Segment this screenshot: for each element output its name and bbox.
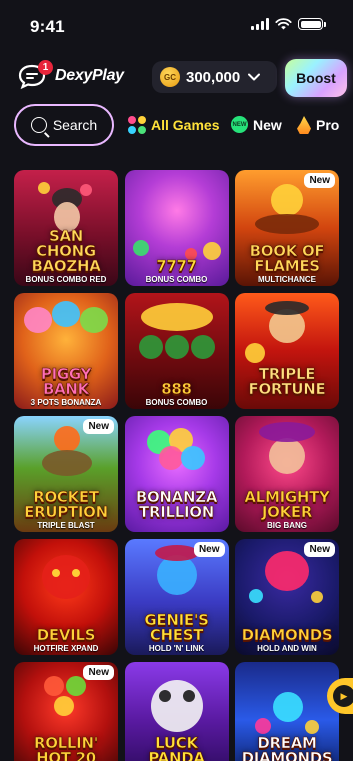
wifi-icon [275, 18, 292, 30]
signal-icon [251, 18, 269, 30]
game-subtitle: MULTICHANCE [257, 275, 317, 284]
game-tile[interactable]: Rollin' Hot 20CLASSIC SERIESNew [14, 662, 118, 761]
game-title: Triple Fortune [248, 365, 326, 398]
tab-new[interactable]: NEW New [231, 116, 282, 133]
game-subtitle: BONUS COMBO [145, 398, 208, 407]
game-tile[interactable]: Book of Flames MULTICHANCE New [235, 170, 339, 286]
game-tile[interactable]: Almighty Joker BIG BANG [235, 416, 339, 532]
game-subtitle: TRIPLE BLAST [37, 521, 95, 530]
status-bar: 9:41 [0, 0, 353, 50]
app-logo[interactable]: 1 DexyPlay [17, 60, 124, 90]
game-title: Almighty Joker [244, 488, 330, 521]
search-icon [30, 117, 47, 133]
game-tile[interactable]: 888 BONUS COMBO [124, 293, 229, 409]
game-subtitle: HOLD AND WIN [257, 644, 317, 653]
game-tile[interactable]: 7777 BONUS COMBO [124, 170, 229, 286]
game-tile[interactable]: Devils HOTFIRE XPAND [14, 539, 118, 655]
notification-badge: 1 [38, 60, 53, 75]
game-tile[interactable]: Genie's Chest HOLD 'N' LINK New [124, 539, 229, 655]
new-badge: New [83, 665, 114, 680]
game-subtitle: BIG BANG [267, 521, 307, 530]
status-icons [251, 18, 326, 30]
search-label: Search [52, 117, 98, 133]
game-title: 888 [161, 380, 192, 398]
app-header: 1 DexyPlay GC 300,000 Boost [0, 58, 353, 98]
game-subtitle: 3 POTS BONANZA [30, 398, 102, 407]
game-title: Devils [36, 626, 96, 644]
tab-pro[interactable]: Pro [297, 116, 339, 134]
boost-button[interactable]: Boost [285, 59, 347, 97]
game-title: Diamonds [241, 626, 333, 644]
battery-icon [298, 18, 326, 30]
game-title: Book of Flames [249, 242, 325, 275]
game-subtitle: HOTFIRE XPAND [33, 644, 99, 653]
game-tile[interactable]: San Chong Baozha BONUS COMBO RED [14, 170, 118, 286]
tab-pro-label: Pro [316, 117, 340, 133]
chat-bubble-icon: 1 [17, 60, 53, 90]
game-title: 7777 [156, 257, 197, 275]
new-badge: New [304, 542, 335, 557]
game-title: Bonanza Trillion [135, 488, 218, 521]
game-subtitle: BONUS COMBO [145, 275, 208, 284]
game-title: Luck Panda [148, 734, 205, 761]
game-tile[interactable]: Luck Panda [124, 662, 229, 761]
status-time: 9:41 [30, 17, 65, 36]
tab-all-games[interactable]: All Games [128, 116, 219, 134]
new-badge: New [193, 542, 225, 557]
tab-all-games-label: All Games [151, 117, 220, 133]
game-title: Rollin' Hot 20 [33, 734, 99, 761]
new-icon: NEW [231, 116, 248, 133]
game-tile[interactable]: Triple Fortune [235, 293, 339, 409]
tab-new-label: New [253, 116, 282, 133]
game-subtitle: HOLD 'N' LINK [148, 644, 205, 653]
gold-coin-icon: GC [160, 67, 180, 87]
game-tile[interactable]: Rocket Eruption TRIPLE BLAST New [14, 416, 118, 532]
new-badge: New [304, 173, 335, 188]
game-title: San Chong Baozha [31, 227, 101, 275]
game-tile[interactable]: Piggy Bank 3 POTS BONANZA [14, 293, 118, 409]
game-title: Piggy Bank [40, 365, 92, 398]
play-icon: ▶ [333, 685, 353, 707]
search-button[interactable]: Search [14, 104, 114, 146]
category-nav: Search All Games NEW New Pro [0, 104, 353, 148]
game-tile[interactable]: Dream DiamondsHOLD 'N' LINK 3x3 [235, 662, 339, 761]
game-title: Genie's Chest [144, 611, 209, 644]
game-title: Rocket Eruption [24, 488, 109, 521]
game-title: Dream Diamonds [241, 734, 333, 761]
fire-icon [297, 116, 311, 134]
game-tile[interactable]: Diamonds HOLD AND WIN New [235, 539, 339, 655]
game-tile[interactable]: Bonanza Trillion [124, 416, 229, 532]
game-subtitle: BONUS COMBO RED [25, 275, 107, 284]
new-badge: New [83, 419, 114, 434]
chevron-down-icon [248, 73, 261, 81]
all-games-icon [128, 116, 146, 134]
balance-selector[interactable]: GC 300,000 [152, 61, 277, 93]
balance-amount: 300,000 [186, 68, 241, 86]
logo-text: DexyPlay [55, 67, 124, 84]
